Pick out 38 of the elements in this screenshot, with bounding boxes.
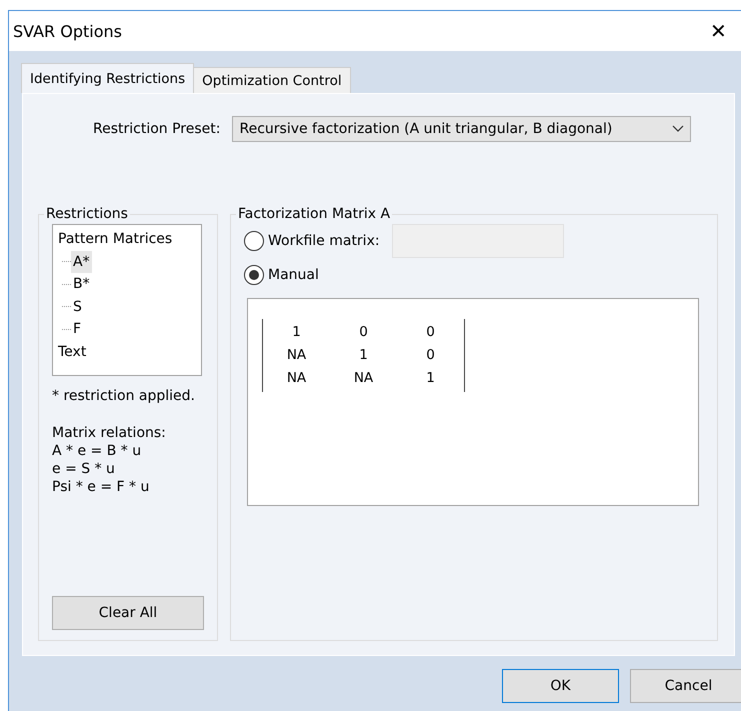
preset-label: Restriction Preset:	[93, 121, 220, 137]
radio-label[interactable]: Workfile matrix:	[268, 233, 380, 249]
tree-item[interactable]: Text	[56, 340, 88, 363]
ok-button[interactable]: OK	[502, 669, 619, 703]
radio-button[interactable]	[244, 231, 264, 251]
window-title: SVAR Options	[13, 22, 122, 40]
matrix-cell-text: 0	[425, 323, 436, 342]
tab[interactable]: Optimization Control	[193, 67, 351, 93]
tree-item[interactable]: S	[71, 296, 84, 318]
cancel-button[interactable]: Cancel	[630, 669, 741, 703]
relation-text: A * e = B * u	[52, 442, 142, 460]
matrix-cell-text: NA	[286, 369, 308, 388]
matrix-cell-text: NA	[352, 369, 374, 388]
group-title: Restrictions	[45, 206, 129, 222]
matrix-cell-text: NA	[286, 346, 308, 365]
tree-item[interactable]: F	[71, 318, 84, 340]
radio-button[interactable]	[244, 265, 264, 285]
radio-label[interactable]: Manual	[268, 267, 319, 283]
tree-item[interactable]: A*	[71, 250, 92, 273]
relation-text: Psi * e = F * u	[52, 478, 150, 496]
tree-item[interactable]: Pattern Matrices	[56, 228, 174, 250]
tree-item[interactable]: B*	[71, 273, 92, 296]
matrix-cell-text: 1	[291, 323, 302, 342]
note-text: * restriction applied.	[52, 388, 196, 404]
close-button[interactable]: ✕	[704, 18, 733, 44]
matrix-cell-text: 0	[358, 323, 369, 342]
tab[interactable]: Identifying Restrictions	[21, 63, 194, 93]
matrix-cell-text: 1	[358, 346, 369, 365]
clear-all-button[interactable]: Clear All	[52, 596, 204, 630]
relation-text: Matrix relations:	[52, 424, 167, 442]
matrix-name-field[interactable]	[392, 224, 564, 258]
preset-dropdown[interactable]: Recursive factorization (A unit triangular, B diagonal)	[232, 116, 692, 142]
matrix-editor[interactable]: 1 0 0 NA 1 0 NA NA 1	[247, 298, 699, 506]
matrix-cell-text: 1	[425, 369, 436, 388]
relation-text: e = S * u	[52, 460, 116, 478]
group-title: Factorization Matrix A	[237, 206, 392, 222]
chevron-down-icon	[672, 125, 684, 133]
matrix-cell-text: 0	[425, 346, 436, 365]
